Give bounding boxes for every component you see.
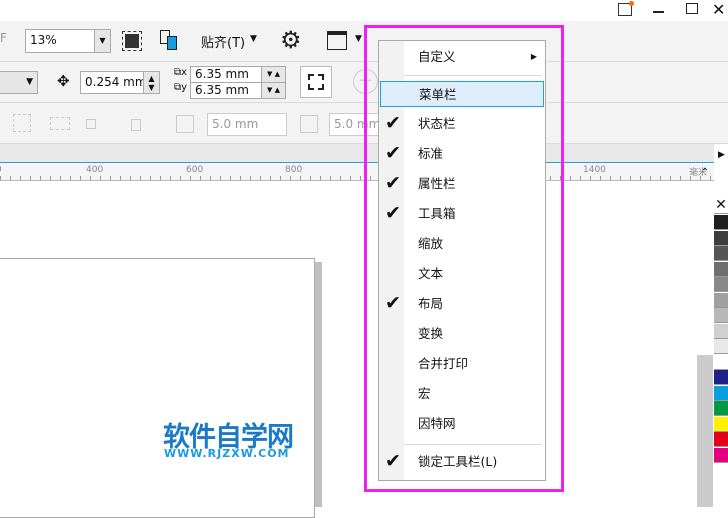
gear-icon[interactable]: ⚙ xyxy=(280,26,302,54)
color-swatch[interactable] xyxy=(714,416,728,432)
bounding-box-button[interactable] xyxy=(300,66,332,98)
color-swatch[interactable] xyxy=(714,401,728,416)
chevron-down-icon[interactable]: ▼ xyxy=(250,34,257,44)
minimize-button[interactable] xyxy=(653,11,664,13)
highlight-rectangle xyxy=(364,25,564,492)
color-swatch[interactable] xyxy=(714,339,728,354)
page-shadow xyxy=(314,262,322,507)
outline-width-input[interactable]: 0.254 mm ▲ ▼ xyxy=(80,71,160,94)
ruler-tick: 600 xyxy=(186,165,204,175)
horizontal-ruler[interactable]: 0 400 600 800 1400 毫米 xyxy=(0,164,714,181)
ruler-tick: 400 xyxy=(86,165,104,175)
chevron-down-icon[interactable]: ▼ xyxy=(355,34,362,44)
scale-icon xyxy=(86,119,96,129)
color-swatch[interactable] xyxy=(714,385,728,401)
corner-icon xyxy=(300,115,318,133)
spinner[interactable]: ▲ ▼ xyxy=(143,72,159,93)
style-dropdown[interactable]: ▼ xyxy=(0,71,38,94)
truncated-text: F xyxy=(0,31,7,45)
watermark-url: WWW.RJZXW.COM xyxy=(164,447,290,460)
window-icon[interactable] xyxy=(327,31,347,50)
dup-y-value: 6.35 mm xyxy=(195,83,249,97)
duplicate-y-icon: ⧉y xyxy=(174,82,188,93)
color-swatch[interactable] xyxy=(714,215,728,230)
color-swatch[interactable] xyxy=(714,246,728,261)
color-swatch[interactable] xyxy=(714,370,728,385)
color-swatch[interactable] xyxy=(714,432,728,447)
user-icon[interactable] xyxy=(618,1,634,16)
color-swatch[interactable] xyxy=(714,261,728,277)
color-swatch[interactable] xyxy=(714,292,728,308)
color-swatch[interactable] xyxy=(714,447,728,463)
vertical-scrollbar[interactable] xyxy=(697,355,713,507)
ruler-tick: 0 xyxy=(0,165,2,175)
page-layout-icon[interactable] xyxy=(160,30,178,52)
group-icon xyxy=(13,114,31,132)
snap-to-dropdown[interactable]: 贴齐(T) xyxy=(201,32,245,51)
restore-button[interactable] xyxy=(686,3,698,14)
zoom-level-dropdown[interactable]: 13% ▼ xyxy=(25,29,111,53)
outline-width-value: 0.254 mm xyxy=(85,75,147,89)
color-swatch[interactable] xyxy=(714,354,728,370)
arrange-icon xyxy=(131,119,141,131)
move-icon: ✥ xyxy=(57,72,70,90)
distribute-icon xyxy=(50,117,70,130)
palette-menu-icon[interactable]: ▶ xyxy=(718,150,725,160)
color-swatch[interactable] xyxy=(714,230,728,246)
palette-scroll-up[interactable]: ⌃ xyxy=(697,167,713,181)
full-screen-icon[interactable] xyxy=(122,31,142,51)
color-swatch[interactable] xyxy=(714,308,728,323)
close-button[interactable]: ✕ xyxy=(712,0,725,20)
spinner[interactable]: ▼ ▲ xyxy=(261,83,285,98)
ruler-tick: 800 xyxy=(285,165,303,175)
duplicate-x-icon: ⧉x xyxy=(174,67,188,78)
duplicate-y-input[interactable]: 6.35 mm ▼ ▲ xyxy=(190,82,286,99)
chevron-down-icon[interactable]: ▼ xyxy=(94,30,110,52)
ruler-tick: 1400 xyxy=(583,165,606,175)
corner1-value: 5.0 mm xyxy=(212,117,259,131)
color-swatch[interactable] xyxy=(714,277,728,292)
corner-icon xyxy=(176,115,194,133)
zoom-value: 13% xyxy=(30,33,57,47)
corner-radius-input-1[interactable]: 5.0 mm xyxy=(207,113,287,136)
tab-strip xyxy=(0,144,714,163)
no-color-swatch[interactable]: ✕ xyxy=(714,198,728,214)
spinner[interactable]: ▼ ▲ xyxy=(261,67,285,82)
document-page[interactable] xyxy=(0,258,315,518)
color-swatch[interactable] xyxy=(714,323,728,339)
duplicate-x-input[interactable]: 6.35 mm ▼ ▲ xyxy=(190,66,286,83)
dup-x-value: 6.35 mm xyxy=(195,67,249,81)
